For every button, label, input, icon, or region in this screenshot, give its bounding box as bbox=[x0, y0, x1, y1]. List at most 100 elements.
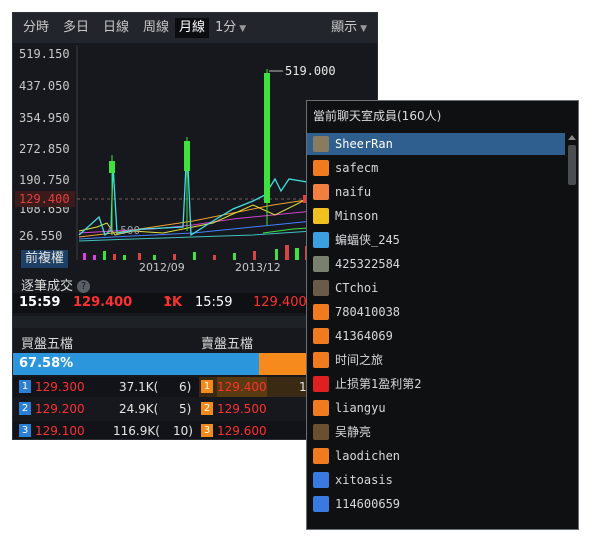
help-icon[interactable]: ? bbox=[77, 280, 91, 293]
trade-time-2: 15:59 bbox=[195, 295, 233, 310]
avatar bbox=[313, 400, 329, 416]
member-name: laodichen bbox=[335, 449, 401, 463]
buy-ratio-text: 67.58% bbox=[19, 356, 74, 371]
member-item[interactable]: 41364069 bbox=[307, 325, 565, 347]
member-item[interactable]: 114600659 bbox=[307, 493, 565, 515]
trades-header: 逐筆成交? bbox=[21, 275, 91, 294]
avatar bbox=[313, 328, 329, 344]
interval-label: 1分 bbox=[215, 20, 237, 35]
member-item[interactable]: Minson bbox=[307, 205, 565, 227]
member-name: 425322584 bbox=[335, 257, 401, 271]
avatar bbox=[313, 472, 329, 488]
member-name: 蝙蝠侠_245 bbox=[335, 233, 400, 247]
avatar bbox=[313, 232, 329, 248]
avatar bbox=[313, 424, 329, 440]
bid-volume: 116.9K( bbox=[113, 424, 160, 438]
member-name: 吴静亮 bbox=[335, 425, 372, 439]
tab-multiday[interactable]: 多日 bbox=[59, 18, 93, 38]
x-tick: 2013/12 bbox=[235, 261, 281, 274]
chat-title: 當前聊天室成員(160人) bbox=[313, 109, 442, 123]
member-item[interactable]: xitoasis bbox=[307, 469, 565, 491]
scrollbar[interactable] bbox=[567, 135, 577, 527]
member-name: 止损第1盈利第2 bbox=[335, 377, 422, 391]
bid-price: 129.200 bbox=[35, 402, 85, 416]
avatar bbox=[313, 184, 329, 200]
member-item[interactable]: safecm bbox=[307, 157, 565, 179]
trade-time: 15:59 bbox=[19, 295, 61, 310]
member-name: 780410038 bbox=[335, 305, 401, 319]
y-tick: 519.150 bbox=[19, 47, 70, 61]
peak-label: 519.000 bbox=[285, 64, 336, 78]
avatar bbox=[313, 280, 329, 296]
trade-price-2: 129.400 bbox=[253, 295, 307, 310]
member-name: 41364069 bbox=[335, 329, 393, 343]
chat-members-panel: 當前聊天室成員(160人) SheerRan safecm naifu Minson 蝙… bbox=[306, 100, 579, 530]
row-number: 3 bbox=[201, 424, 213, 437]
avatar bbox=[313, 352, 329, 368]
row-number: 1 bbox=[201, 380, 213, 393]
member-item[interactable]: laodichen bbox=[307, 445, 565, 467]
display-label: 顯示 bbox=[331, 20, 358, 35]
display-menu[interactable]: 顯示 ▼ bbox=[331, 18, 367, 38]
member-item[interactable]: SheerRan bbox=[307, 133, 565, 155]
scroll-thumb[interactable] bbox=[568, 145, 576, 185]
row-number: 1 bbox=[19, 380, 31, 393]
avatar bbox=[313, 376, 329, 392]
y-tick: 26.550 bbox=[19, 229, 62, 243]
current-price-label: 129.400 bbox=[19, 192, 70, 206]
member-name: xitoasis bbox=[335, 473, 393, 487]
bid-count: 10) bbox=[173, 424, 193, 438]
avatar bbox=[313, 136, 329, 152]
row-number: 3 bbox=[19, 424, 31, 437]
member-name: Minson bbox=[335, 209, 379, 223]
avatar bbox=[313, 256, 329, 272]
candlesticks bbox=[109, 69, 318, 235]
marker-label: 4.500 bbox=[107, 224, 140, 237]
y-tick: 354.950 bbox=[19, 111, 70, 125]
member-item[interactable]: 止损第1盈利第2 bbox=[307, 373, 565, 395]
tab-monthly[interactable]: 月線 bbox=[175, 18, 210, 38]
member-item[interactable]: 780410038 bbox=[307, 301, 565, 323]
row-number: 2 bbox=[19, 402, 31, 415]
member-item[interactable]: CTchoi bbox=[307, 277, 565, 299]
chevron-down-icon: ▼ bbox=[360, 24, 367, 34]
member-item[interactable]: 时间之旅 bbox=[307, 349, 565, 371]
avatar bbox=[313, 304, 329, 320]
bid-count: 6) bbox=[179, 380, 192, 394]
y-tick: 190.750 bbox=[19, 173, 70, 187]
x-tick: 2012/09 bbox=[139, 261, 185, 274]
member-item[interactable]: 蝙蝠侠_245 bbox=[307, 229, 565, 251]
bid-count: 5) bbox=[179, 402, 192, 416]
member-item[interactable]: liangyu bbox=[307, 397, 565, 419]
scroll-up-icon[interactable] bbox=[568, 135, 576, 140]
avatar bbox=[313, 448, 329, 464]
ask-price: 129.500 bbox=[217, 402, 267, 416]
y-tick: 272.850 bbox=[19, 142, 70, 156]
member-item[interactable]: 吴静亮 bbox=[307, 421, 565, 443]
buy-title: 買盤五檔 bbox=[21, 337, 74, 352]
ask-price: 129.400 bbox=[217, 377, 267, 397]
ask-price: 129.600 bbox=[217, 424, 267, 438]
arrow-up-icon: ↑ bbox=[163, 295, 174, 310]
member-item[interactable]: 425322584 bbox=[307, 253, 565, 275]
avatar bbox=[313, 496, 329, 512]
interval-dropdown[interactable]: 1分 ▼ bbox=[215, 18, 246, 38]
member-name: naifu bbox=[335, 185, 372, 199]
member-name: liangyu bbox=[335, 401, 386, 415]
tab-intraday[interactable]: 分時 bbox=[19, 18, 53, 38]
bid-price: 129.100 bbox=[35, 424, 85, 438]
row-number: 2 bbox=[201, 402, 213, 415]
member-name: safecm bbox=[335, 161, 379, 175]
sell-title: 賣盤五檔 bbox=[201, 337, 254, 352]
member-name: 114600659 bbox=[335, 497, 401, 511]
bid-volume: 37.1K( bbox=[119, 380, 159, 394]
y-axis: 519.150 437.050 354.950 272.850 190.750 … bbox=[19, 47, 70, 243]
bid-price: 129.300 bbox=[35, 380, 85, 394]
chart-toolbar: 分時 多日 日線 周線 月線 1分 ▼ 顯示 ▼ bbox=[13, 13, 377, 43]
member-item[interactable]: naifu bbox=[307, 181, 565, 203]
bid-volume: 24.9K( bbox=[119, 402, 159, 416]
tab-daily[interactable]: 日線 bbox=[99, 18, 133, 38]
volume-bars bbox=[83, 245, 309, 260]
tab-weekly[interactable]: 周線 bbox=[139, 18, 173, 38]
member-name: CTchoi bbox=[335, 281, 379, 295]
